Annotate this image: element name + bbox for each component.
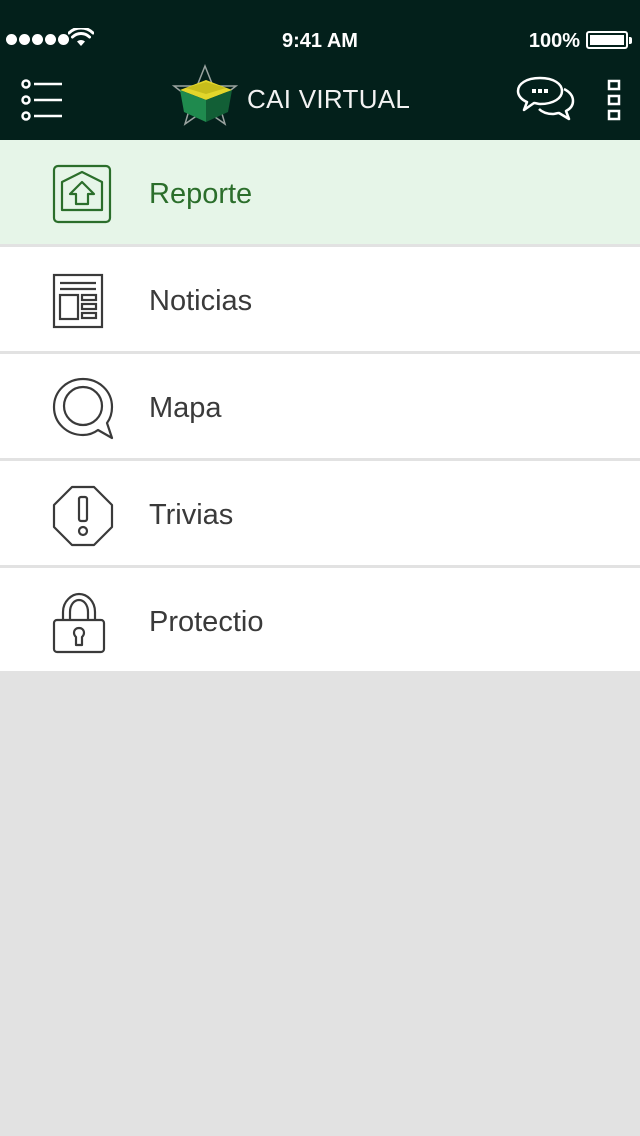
menu-item-label: Protectio [149, 606, 264, 638]
newspaper-icon [52, 273, 104, 329]
menu-item-label: Mapa [149, 392, 222, 424]
chat-bubbles-icon[interactable] [516, 72, 576, 124]
cai-star-logo-icon [171, 64, 239, 126]
more-vertical-icon[interactable] [604, 78, 624, 122]
app-header: 9:41 AM 100% CAI VIRTUAL [0, 0, 640, 140]
padlock-icon [52, 592, 106, 654]
menu-item-label: Trivias [149, 499, 234, 531]
menu-item-protectio[interactable]: Protectio [0, 568, 640, 671]
menu-item-label: Reporte [149, 178, 253, 210]
menu-item-label: Noticias [149, 285, 253, 317]
menu-item-noticias[interactable]: Noticias [0, 247, 640, 354]
menu-list: Reporte Noticias Mapa Trivias Protectio [0, 140, 640, 671]
home-upload-icon [52, 164, 112, 224]
battery-icon [586, 31, 632, 49]
map-search-bubble-icon [52, 377, 114, 440]
menu-item-mapa[interactable]: Mapa [0, 354, 640, 461]
menu-item-trivias[interactable]: Trivias [0, 461, 640, 568]
octagon-alert-icon [52, 485, 114, 547]
battery-percentage: 100% [528, 30, 580, 52]
status-bar: 9:41 AM 100% [0, 0, 640, 80]
list-menu-icon[interactable] [20, 78, 64, 122]
menu-item-reporte[interactable]: Reporte [0, 140, 640, 247]
app-title: CAI VIRTUAL [247, 84, 411, 114]
